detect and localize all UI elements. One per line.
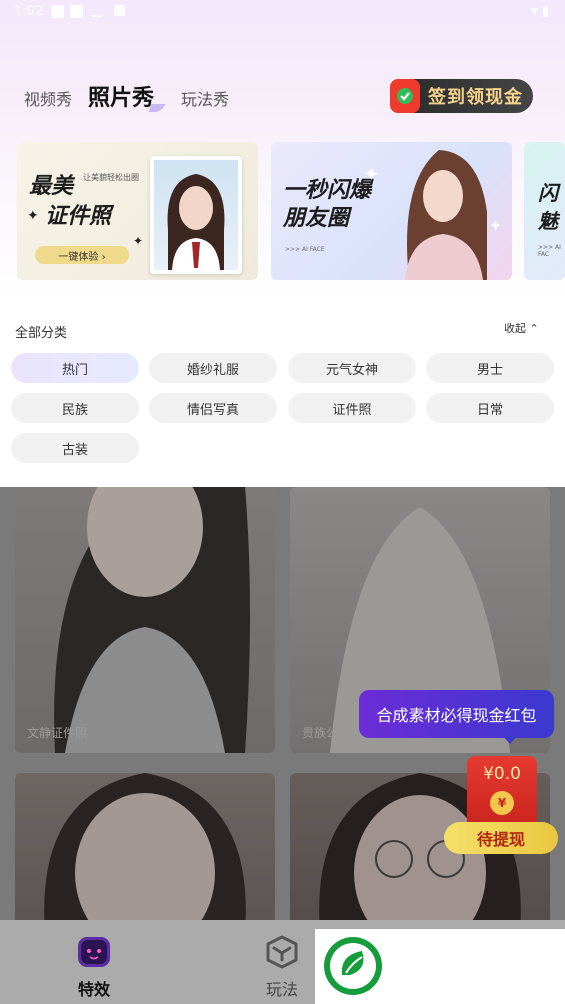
notification-icon bbox=[51, 5, 64, 18]
template-card-label: 贵族公主风 bbox=[302, 726, 363, 740]
status-bar: 1:02 ▾ ▮ bbox=[0, 0, 565, 24]
category-chip-ancient[interactable]: 古装 bbox=[11, 433, 139, 463]
nav-effects[interactable]: 特效 bbox=[34, 920, 154, 1004]
portrait-photo bbox=[54, 487, 250, 753]
app-icon bbox=[114, 5, 125, 16]
category-chip-ethnic[interactable]: 民族 bbox=[11, 393, 139, 423]
try-now-button[interactable]: 一键体验 › bbox=[35, 246, 129, 264]
category-panel: 全部分类 收起 ⌃ 热门 婚纱礼服 元气女神 男士 民族 情侣写真 证件照 日常… bbox=[0, 300, 565, 487]
tab-play-show[interactable]: 玩法秀 bbox=[181, 86, 229, 110]
download-icon bbox=[92, 5, 101, 17]
portrait-photo bbox=[150, 156, 242, 274]
sparkle-icon: ✦ bbox=[133, 234, 144, 248]
collapse-label: 收起 bbox=[504, 322, 526, 335]
template-card[interactable] bbox=[15, 773, 275, 920]
category-chip-men[interactable]: 男士 bbox=[426, 353, 554, 383]
cash-promo-bubble[interactable]: 合成素材必得现金红包 bbox=[359, 690, 554, 738]
banner-title: 一秒闪爆 bbox=[283, 178, 372, 203]
banner-title: 最美 bbox=[29, 174, 74, 199]
calendar-check-icon bbox=[390, 79, 420, 113]
red-packet-amount: ¥0.0 bbox=[483, 764, 521, 784]
sparkle-icon: ✦ bbox=[27, 208, 39, 224]
banner-title: 朋友圈 bbox=[283, 206, 350, 231]
banner-title: 魅 bbox=[538, 209, 558, 233]
banner-partial[interactable]: 闪 魅 >>> AI FAC bbox=[524, 142, 565, 280]
withdraw-button[interactable]: 待提现 bbox=[444, 822, 558, 854]
cube-icon bbox=[266, 935, 298, 969]
banner-tag: >>> AI FACE bbox=[285, 246, 325, 253]
notification-icon bbox=[70, 5, 83, 18]
category-chip-id-photo[interactable]: 证件照 bbox=[288, 393, 416, 423]
banner-title: 闪 bbox=[538, 181, 558, 205]
category-chip-daily[interactable]: 日常 bbox=[426, 393, 554, 423]
red-packet[interactable]: ¥0.0 ¥ bbox=[467, 756, 537, 828]
banner-title: 证件照 bbox=[45, 204, 112, 229]
portrait-photo bbox=[44, 773, 246, 920]
watermark-logo bbox=[315, 929, 565, 1004]
sparkle-icon: ✦ bbox=[363, 162, 380, 186]
template-card[interactable]: 文静证件照 bbox=[15, 487, 275, 753]
promo-bubble-tail bbox=[503, 736, 517, 744]
collapse-button[interactable]: 收起 ⌃ bbox=[504, 320, 539, 336]
template-card-label: 文静证件照 bbox=[27, 726, 88, 740]
category-chip-couple[interactable]: 情侣写真 bbox=[149, 393, 277, 423]
banner-subtitle: 让美貌轻松出圈 bbox=[83, 173, 139, 182]
portrait-photo bbox=[405, 150, 487, 280]
signin-cash-button[interactable]: 签到领现金 bbox=[390, 79, 533, 113]
category-panel-title: 全部分类 bbox=[15, 326, 68, 341]
effects-icon bbox=[78, 937, 110, 967]
tab-photo-show[interactable]: 照片秀 bbox=[88, 80, 154, 112]
battery-icon: ▾ ▮ bbox=[531, 4, 549, 19]
category-chip-wedding[interactable]: 婚纱礼服 bbox=[149, 353, 277, 383]
nav-effects-label: 特效 bbox=[77, 980, 110, 999]
chevron-up-icon: ⌃ bbox=[529, 322, 539, 335]
category-chip-hot[interactable]: 热门 bbox=[11, 353, 139, 383]
category-chip-goddess[interactable]: 元气女神 bbox=[288, 353, 416, 383]
coin-icon: ¥ bbox=[490, 791, 514, 815]
leaf-logo-icon bbox=[324, 937, 382, 995]
status-time: 1:02 bbox=[14, 4, 44, 19]
banner-tag: >>> AI FAC bbox=[538, 244, 561, 258]
banner-moments[interactable]: 一秒闪爆 朋友圈 >>> AI FACE ✦ ✦ bbox=[271, 142, 512, 280]
tab-video-show[interactable]: 视频秀 bbox=[24, 86, 72, 110]
signin-label: 签到领现金 bbox=[428, 87, 523, 108]
banner-id-photo[interactable]: 让美貌轻松出圈 最美 证件照 ✦ ✦ 一键体验 › bbox=[17, 142, 258, 280]
